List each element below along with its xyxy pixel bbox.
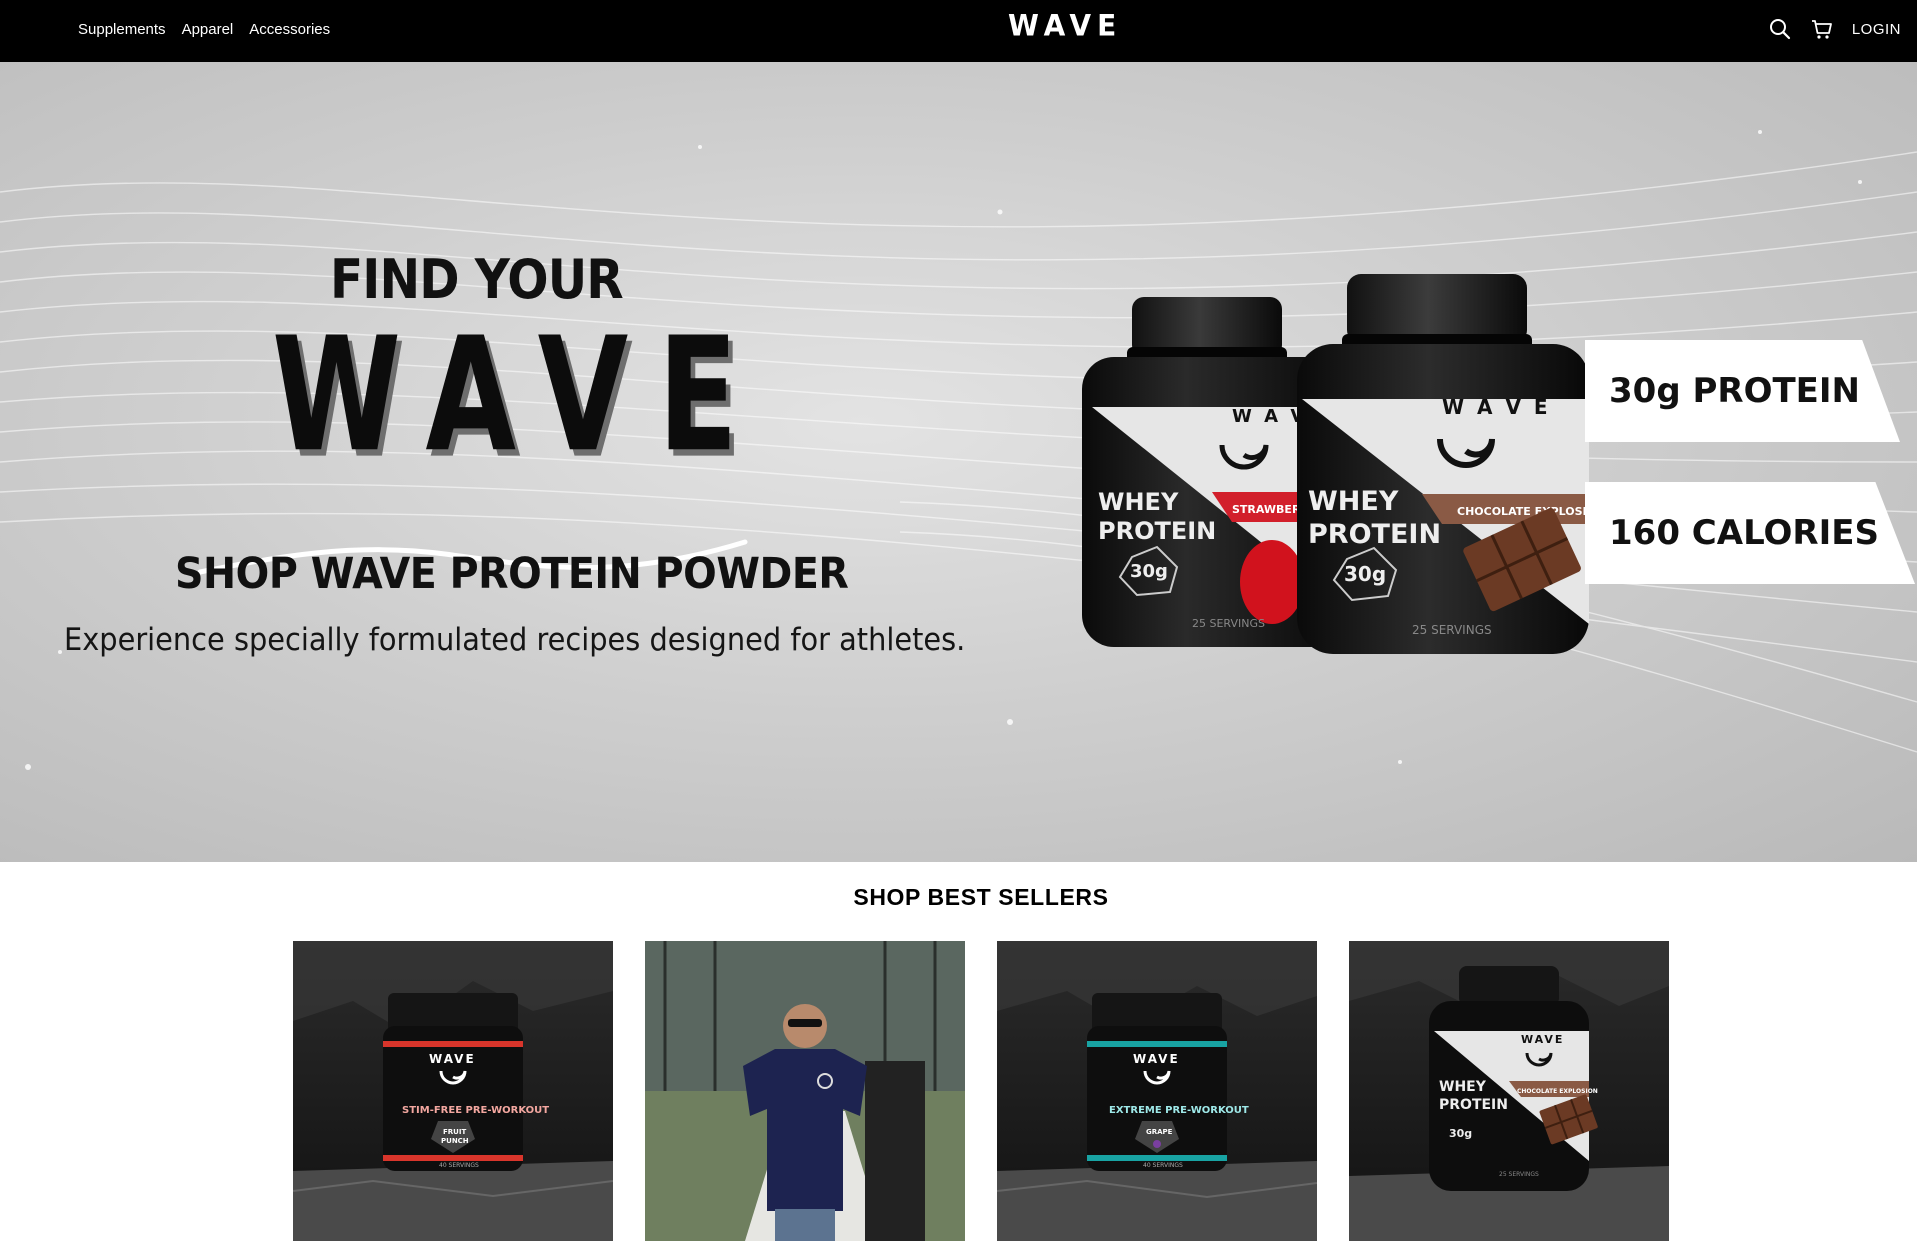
svg-text:40 SERVINGS: 40 SERVINGS — [1143, 1162, 1183, 1169]
nav-actions: LOGIN — [1768, 0, 1901, 58]
svg-text:WHEY: WHEY — [1098, 488, 1179, 516]
nav-link-apparel[interactable]: Apparel — [182, 21, 234, 38]
search-icon[interactable] — [1768, 17, 1792, 41]
svg-text:WHEY: WHEY — [1308, 486, 1399, 517]
svg-text:25 SERVINGS: 25 SERVINGS — [1192, 617, 1265, 630]
hero-subtitle: Experience specially formulated recipes … — [64, 622, 966, 658]
nav-link-accessories[interactable]: Accessories — [249, 21, 330, 38]
svg-text:CHOCOLATE EXPLOSION: CHOCOLATE EXPLOSION — [1457, 505, 1592, 518]
svg-text:30g: 30g — [1130, 561, 1168, 582]
svg-text:EXTREME PRE-WORKOUT: EXTREME PRE-WORKOUT — [1109, 1105, 1249, 1116]
nav-links: Supplements Apparel Accessories — [78, 0, 330, 58]
site-logo[interactable]: WAVE — [1008, 8, 1122, 43]
product-card-apparel-tee[interactable] — [645, 941, 965, 1241]
svg-text:WAVE: WAVE — [1521, 1033, 1564, 1046]
nav-link-supplements[interactable]: Supplements — [78, 21, 166, 38]
svg-text:GRAPE: GRAPE — [1146, 1128, 1173, 1136]
svg-text:PROTEIN: PROTEIN — [1308, 519, 1441, 550]
hero-shop-heading: SHOP WAVE PROTEIN POWDER — [175, 549, 849, 599]
hero-find-your: FIND YOUR — [330, 248, 624, 311]
svg-text:30g: 30g — [1344, 562, 1386, 586]
svg-text:CHOCOLATE EXPLOSION: CHOCOLATE EXPLOSION — [1517, 1088, 1598, 1095]
svg-text:30g: 30g — [1449, 1127, 1472, 1140]
chocolate-whey-jar: W A V E WHEY PROTEIN CHOCOLATE EXPLOSION… — [1297, 274, 1592, 654]
svg-text:PROTEIN: PROTEIN — [1439, 1097, 1508, 1113]
svg-text:W A V E: W A V E — [1442, 395, 1551, 419]
hero-banner[interactable]: FIND YOUR WAVE SHOP WAVE PROTEIN POWDER … — [0, 62, 1917, 862]
product-card-stim-free-preworkout[interactable]: WAVE STIM-FREE PRE-WORKOUT FRUIT PUNCH 4… — [293, 941, 613, 1241]
svg-text:25 SERVINGS: 25 SERVINGS — [1412, 623, 1492, 637]
extreme-preworkout-image: WAVE EXTREME PRE-WORKOUT GRAPE 40 SERVIN… — [997, 941, 1317, 1241]
login-link[interactable]: LOGIN — [1852, 21, 1901, 38]
svg-text:STIM-FREE PRE-WORKOUT: STIM-FREE PRE-WORKOUT — [402, 1105, 549, 1116]
svg-text:PROTEIN: PROTEIN — [1098, 517, 1216, 545]
product-card-extreme-preworkout[interactable]: WAVE EXTREME PRE-WORKOUT GRAPE 40 SERVIN… — [997, 941, 1317, 1241]
svg-text:WHEY: WHEY — [1439, 1079, 1487, 1095]
top-navbar: Supplements Apparel Accessories WAVE LOG… — [0, 0, 1917, 62]
svg-text:PUNCH: PUNCH — [441, 1137, 469, 1145]
product-card-whey-protein[interactable]: WAVE WHEY PROTEIN CHOCOLATE EXPLOSION 30… — [1349, 941, 1669, 1241]
calories-badge: 160 CALORIES — [1585, 482, 1915, 584]
svg-text:WAVE: WAVE — [1133, 1052, 1180, 1066]
svg-text:40 SERVINGS: 40 SERVINGS — [439, 1162, 479, 1169]
best-sellers-title: SHOP BEST SELLERS — [853, 884, 1109, 910]
svg-text:FRUIT: FRUIT — [443, 1128, 466, 1136]
whey-protein-image: WAVE WHEY PROTEIN CHOCOLATE EXPLOSION 30… — [1349, 941, 1669, 1241]
cart-icon[interactable] — [1810, 17, 1834, 41]
apparel-tee-image — [645, 941, 965, 1241]
protein-badge: 30g PROTEIN — [1585, 340, 1900, 442]
hero-brand-wordmark: WAVE — [272, 304, 768, 488]
svg-text:WAVE: WAVE — [429, 1052, 476, 1066]
svg-text:25 SERVINGS: 25 SERVINGS — [1499, 1171, 1539, 1178]
stim-free-preworkout-image: WAVE STIM-FREE PRE-WORKOUT FRUIT PUNCH 4… — [293, 941, 613, 1241]
